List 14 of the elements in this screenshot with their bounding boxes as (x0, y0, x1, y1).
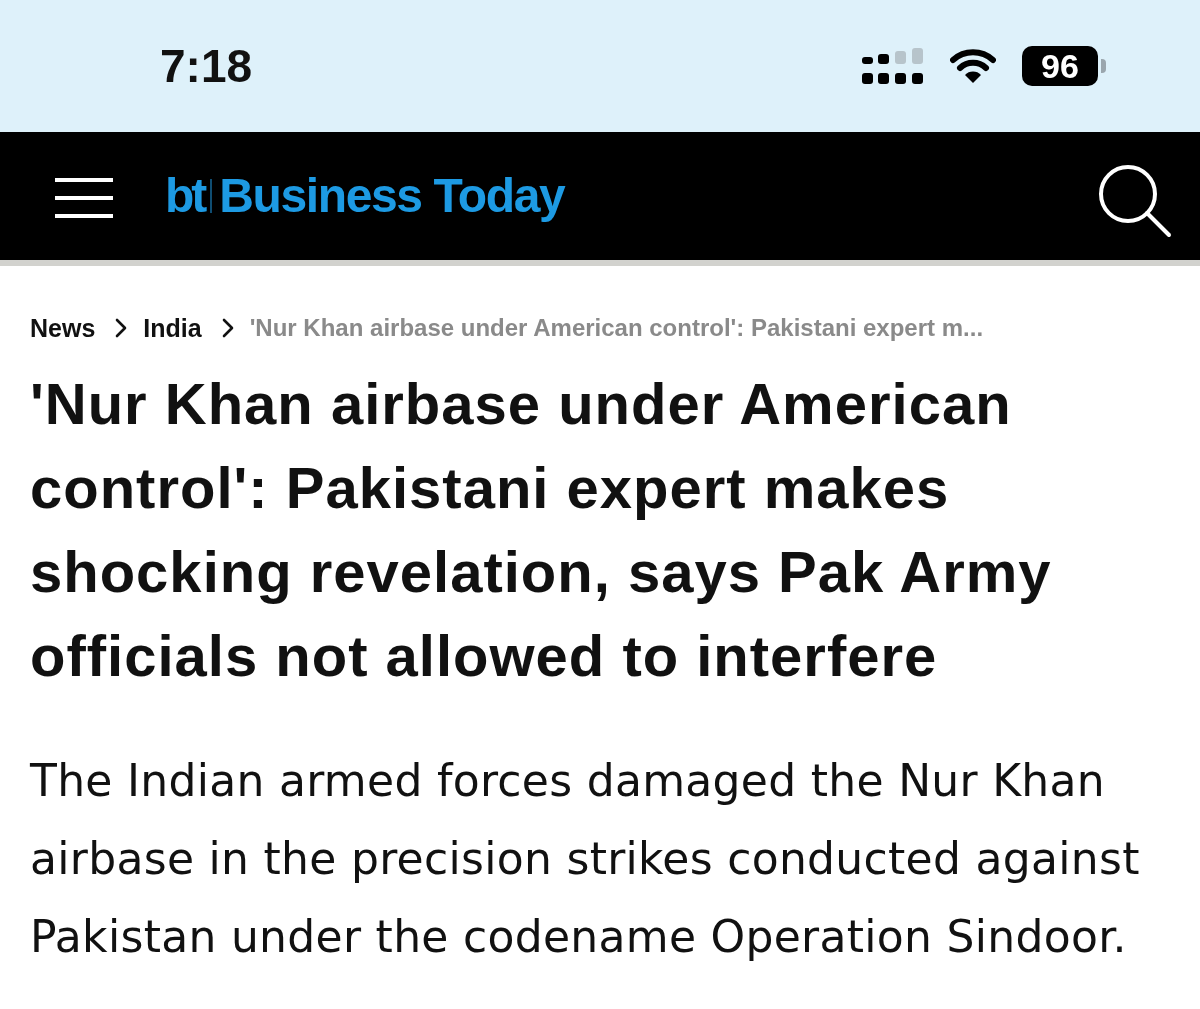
breadcrumb-link[interactable]: India (143, 313, 202, 343)
status-time: 7:18 (160, 39, 253, 93)
signal-icon (862, 47, 924, 85)
logo-text[interactable]: Business Today (219, 172, 565, 220)
breadcrumb-link[interactable]: 'Nur Khan airbase under American control': Pakistani expert m... (249, 314, 984, 342)
chevron-icon (115, 318, 128, 338)
article-headline: 'Nur Khan airbase under American control': Pakistani expert makes shocking revelation, says Pak Army officials not allowed to interfere (30, 370, 1053, 690)
wifi-icon (950, 49, 996, 83)
search-icon[interactable] (1098, 164, 1172, 238)
menu-icon[interactable] (55, 178, 113, 218)
article-summary: The Indian armed forces damaged the Nur Khan airbase in the precision strikes conducted against Pakistan under the codename Operation Sindoor. (30, 754, 1141, 964)
logo-mark[interactable]: bt (165, 172, 205, 220)
chevron-icon (221, 318, 234, 338)
breadcrumb-link[interactable]: News (30, 313, 96, 343)
